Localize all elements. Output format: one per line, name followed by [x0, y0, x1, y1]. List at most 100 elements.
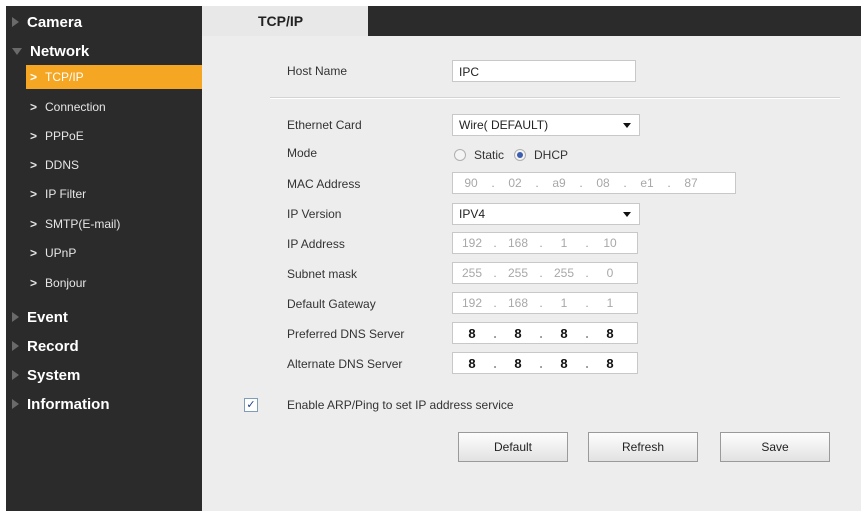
tab-label: TCP/IP [258, 13, 304, 29]
ip-octet: 8 [606, 355, 614, 371]
host-name-input[interactable]: IPC [452, 60, 636, 82]
sidebar-category-label: Camera [27, 13, 83, 31]
separator-dot: . [539, 325, 543, 341]
preferred-dns-field[interactable]: 8. 8. 8. 8 [452, 322, 638, 344]
ip-octet: 10 [603, 236, 617, 250]
sidebar-item-upnp[interactable]: > UPnP [26, 241, 202, 265]
ip-octet: 8 [514, 355, 522, 371]
sidebar-item-ddns[interactable]: > DDNS [26, 153, 202, 177]
chevron-right-icon: > [30, 100, 38, 114]
separator-dot: . [491, 176, 495, 190]
separator-dot: . [585, 325, 589, 341]
dropdown-arrow-icon [623, 123, 631, 128]
arp-ping-label: Enable ARP/Ping to set IP address servic… [287, 398, 514, 412]
sidebar-category-label: Information [27, 395, 110, 413]
expanded-arrow-icon [12, 47, 22, 55]
mac-octet: 87 [684, 176, 698, 190]
arp-ping-checkbox[interactable]: ✓ [244, 398, 258, 412]
sidebar-item-tcpip[interactable]: > TCP/IP [26, 65, 202, 89]
ip-octet: 1 [606, 296, 614, 310]
sidebar-item-bonjour[interactable]: > Bonjour [26, 271, 202, 295]
main-panel: Host Name IPC Ethernet Card Wire( DEFAUL… [202, 36, 861, 511]
ip-octet: 8 [560, 355, 568, 371]
separator-dot: . [585, 296, 589, 310]
ip-octet: 255 [507, 266, 529, 280]
ip-octet: 255 [461, 266, 483, 280]
subnet-mask-field[interactable]: 255. 255. 255. 0 [452, 262, 638, 284]
save-button[interactable]: Save [720, 432, 830, 462]
mac-address-field: 90. 02. a9. 08. e1. 87 [452, 172, 736, 194]
separator-dot: . [585, 355, 589, 371]
sidebar-item-label: IP Filter [45, 187, 87, 201]
sidebar-category-record[interactable]: Record [6, 333, 202, 359]
sidebar-item-smtp[interactable]: > SMTP(E-mail) [26, 212, 202, 236]
ip-octet: 8 [468, 355, 476, 371]
sidebar-item-label: PPPoE [45, 129, 84, 143]
mac-octet: e1 [640, 176, 654, 190]
alternate-dns-field[interactable]: 8. 8. 8. 8 [452, 352, 638, 374]
separator-dot: . [539, 296, 543, 310]
preferred-dns-label: Preferred DNS Server [287, 327, 405, 341]
ip-octet: 192 [461, 236, 483, 250]
app-root: Camera Network > TCP/IP > Connection > P… [0, 0, 861, 511]
ethernet-card-value: Wire( DEFAULT) [459, 118, 549, 132]
separator-dot: . [493, 236, 497, 250]
sidebar: Camera Network > TCP/IP > Connection > P… [6, 6, 202, 511]
ip-version-select[interactable]: IPV4 [452, 203, 640, 225]
sidebar-category-event[interactable]: Event [6, 304, 202, 330]
separator-dot: . [539, 355, 543, 371]
sidebar-category-system[interactable]: System [6, 362, 202, 388]
separator-dot: . [493, 266, 497, 280]
sidebar-category-label: Record [27, 337, 79, 355]
dhcp-radio[interactable] [514, 149, 527, 161]
chevron-right-icon: > [30, 70, 38, 84]
mac-octet: a9 [552, 176, 566, 190]
separator-dot: . [585, 266, 589, 280]
separator-dot: . [585, 236, 589, 250]
mac-octet: 08 [596, 176, 610, 190]
ip-octet: 1 [560, 296, 568, 310]
ip-octet: 8 [560, 325, 568, 341]
collapsed-arrow-icon [12, 17, 19, 27]
separator-dot: . [493, 296, 497, 310]
subnet-mask-label: Subnet mask [287, 267, 358, 281]
sidebar-category-information[interactable]: Information [6, 391, 202, 417]
ip-octet: 8 [468, 325, 476, 341]
sidebar-category-network[interactable]: Network [6, 38, 202, 64]
ip-version-value: IPV4 [459, 207, 486, 221]
ip-octet: 168 [507, 236, 529, 250]
default-gateway-field[interactable]: 192. 168. 1. 1 [452, 292, 638, 314]
sidebar-item-pppoe[interactable]: > PPPoE [26, 124, 202, 148]
ip-octet: 192 [461, 296, 483, 310]
alternate-dns-label: Alternate DNS Server [287, 357, 403, 371]
dhcp-radio-label: DHCP [534, 148, 569, 162]
chevron-right-icon: > [30, 276, 38, 290]
default-button[interactable]: Default [458, 432, 568, 462]
ethernet-card-select[interactable]: Wire( DEFAULT) [452, 114, 640, 136]
sidebar-category-label: System [27, 366, 81, 384]
chevron-right-icon: > [30, 217, 38, 231]
ip-address-field[interactable]: 192. 168. 1. 10 [452, 232, 638, 254]
static-radio-label: Static [474, 148, 505, 162]
sidebar-item-ip-filter[interactable]: > IP Filter [26, 182, 202, 206]
separator-dot: . [667, 176, 671, 190]
separator-dot: . [493, 355, 497, 371]
mode-radio-group: Static DHCP [454, 148, 578, 162]
sidebar-item-label: Connection [45, 100, 106, 114]
ip-address-label: IP Address [287, 237, 345, 251]
sidebar-category-label: Event [27, 308, 68, 326]
separator-dot: . [579, 176, 583, 190]
collapsed-arrow-icon [12, 341, 19, 351]
sidebar-item-label: DDNS [45, 158, 80, 172]
chevron-right-icon: > [30, 246, 38, 260]
checkmark-icon: ✓ [246, 399, 256, 411]
sidebar-category-camera[interactable]: Camera [6, 9, 202, 35]
refresh-button[interactable]: Refresh [588, 432, 698, 462]
sidebar-item-label: UPnP [45, 246, 77, 260]
dropdown-arrow-icon [623, 212, 631, 217]
ip-octet: 8 [606, 325, 614, 341]
sidebar-item-connection[interactable]: > Connection [26, 95, 202, 119]
tab-tcpip[interactable]: TCP/IP [202, 6, 368, 36]
ip-octet: 8 [514, 325, 522, 341]
static-radio[interactable] [454, 149, 466, 161]
